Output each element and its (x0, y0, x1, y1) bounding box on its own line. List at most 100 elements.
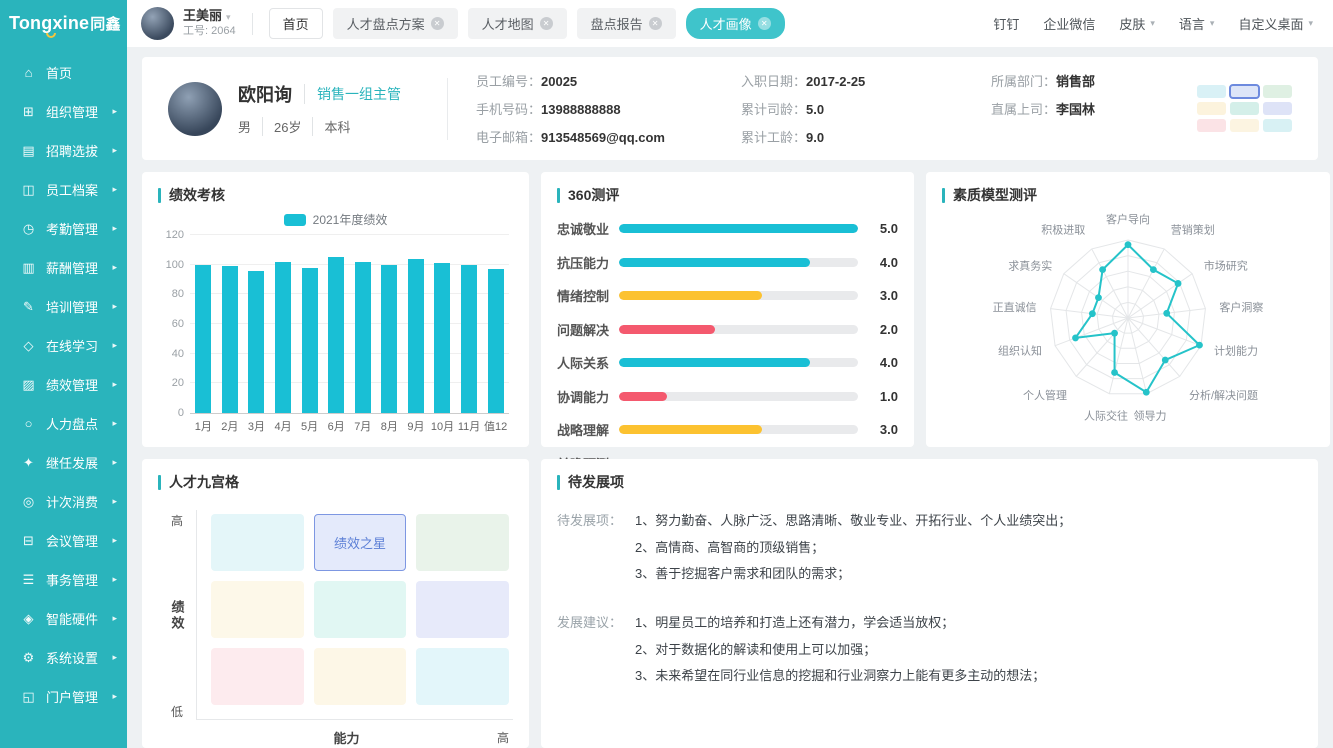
tab-talent-portrait[interactable]: 人才画像 ✕ (686, 8, 785, 39)
radar-point (1125, 241, 1132, 248)
employee-card: 欧阳询 销售一组主管 男26岁本科 员工编号：20025手机号码：1398888… (142, 57, 1318, 160)
close-icon[interactable]: ✕ (431, 17, 444, 30)
user-avatar[interactable] (141, 7, 174, 40)
sidebar-item-portal-management[interactable]: ◱门户管理▸ (0, 677, 127, 716)
metric-label: 抗压能力 (557, 253, 619, 272)
topbar-action-skin[interactable]: 皮肤▾ (1119, 14, 1155, 33)
development-groups: 待发展项：1、努力勤奋、人脉广泛、思路清晰、敬业专业、开拓行业、个人业绩突出；2… (557, 508, 1302, 690)
tab-talent-map[interactable]: 人才地图✕ (468, 8, 567, 39)
chevron-right-icon: ▸ (112, 496, 117, 507)
radar-axis-label: 计划能力 (1214, 344, 1258, 358)
chevron-right-icon: ▸ (112, 379, 117, 390)
sidebar-item-recruitment[interactable]: ▤招聘选拔▸ (0, 131, 127, 170)
metric-track (619, 392, 858, 401)
bar-chart-legend[interactable]: 2021年度绩效 (158, 211, 513, 228)
tab-bar: 首页人才盘点方案✕人才地图✕盘点报告✕人才画像✕ (269, 8, 785, 39)
gear-icon: ⚙ (20, 650, 37, 666)
topbar-actions: 钉钉 企业微信 皮肤▾ 语言▾ 自定义桌面▾ (993, 14, 1313, 33)
field-label: 累计工龄： (741, 130, 806, 145)
sidebar-item-employee-files[interactable]: ◫员工档案▸ (0, 170, 127, 209)
bar (328, 257, 344, 413)
tab-review-report[interactable]: 盘点报告✕ (577, 8, 676, 39)
sidebar-item-system-settings[interactable]: ⚙系统设置▸ (0, 638, 127, 677)
metric-fill (619, 224, 858, 233)
person-icon: ○ (20, 416, 37, 431)
employee-card-divider (447, 78, 448, 140)
yaxis-low-label: 低 (171, 703, 183, 720)
brand-logo[interactable]: Tongxine同鑫 (0, 0, 127, 47)
group-label: 发展建议： (557, 610, 635, 690)
bar-slot (296, 268, 323, 413)
mini-grid-cell (1197, 85, 1226, 98)
development-group: 发展建议：1、明星员工的培养和打造上还有潜力，学会适当放权；2、对于数据化的解读… (557, 610, 1302, 690)
field-label: 所属部门： (991, 74, 1056, 89)
mini-grid-cell (1197, 119, 1226, 132)
x-tick-label: 8月 (376, 418, 403, 434)
user-block[interactable]: 王美丽▾ 工号: 2064 (183, 8, 236, 39)
development-line: 1、努力勤奋、人脉广泛、思路清晰、敬业专业、开拓行业、个人业绩突出； (635, 508, 1071, 535)
chevron-down-icon: ▾ (1210, 18, 1215, 29)
tab-talent-review-plan[interactable]: 人才盘点方案 ✕ (333, 8, 458, 39)
topbar-action-custom-desktop[interactable]: 自定义桌面▾ (1238, 14, 1313, 33)
x-tick-label: 2月 (217, 418, 244, 434)
nine-grid-cell (416, 514, 509, 571)
y-tick-label: 120 (158, 229, 184, 241)
tab-home[interactable]: 首页 (269, 8, 323, 39)
nine-grid-cell-label: 绩效之星 (334, 533, 386, 552)
employee-field: 直属上司：李国林 (991, 99, 1196, 118)
sidebar-item-succession[interactable]: ✦继任发展▸ (0, 443, 127, 482)
development-line: 2、高情商、高智商的顶级销售； (635, 535, 1071, 562)
metric-value: 2.0 (872, 322, 898, 337)
bar-slot (376, 265, 403, 413)
xaxis-title: 能力 (196, 728, 497, 747)
metric-label: 情绪控制 (557, 286, 619, 305)
sidebar-item-performance[interactable]: ▨绩效管理▸ (0, 365, 127, 404)
sidebar-item-smart-hardware[interactable]: ◈智能硬件▸ (0, 599, 127, 638)
metric-label: 战略理解 (557, 420, 619, 439)
bar-slot (217, 266, 244, 413)
metric-value: 3.0 (872, 288, 898, 303)
close-icon[interactable]: ✕ (758, 17, 771, 30)
sidebar-item-home[interactable]: ⌂首页 (0, 53, 127, 92)
topbar-action-wecom[interactable]: 企业微信 (1043, 14, 1095, 33)
chevron-right-icon: ▸ (112, 418, 117, 429)
radar-axis-label: 求真务实 (1008, 259, 1052, 273)
sidebar-item-online-learning[interactable]: ◇在线学习▸ (0, 326, 127, 365)
sidebar-item-compensation[interactable]: ▥薪酬管理▸ (0, 248, 127, 287)
bar (275, 262, 291, 413)
mini-grid-cell (1263, 85, 1292, 98)
radar-point (1072, 335, 1079, 342)
sidebar-item-affairs-management[interactable]: ☰事务管理▸ (0, 560, 127, 599)
bar-slot (456, 265, 483, 413)
topbar: 王美丽▾ 工号: 2064 首页人才盘点方案✕人才地图✕盘点报告✕人才画像✕ 钉… (127, 0, 1333, 47)
topbar-action-dingtalk[interactable]: 钉钉 (993, 14, 1019, 33)
nine-grid-cell (211, 514, 304, 571)
close-icon[interactable]: ✕ (540, 17, 553, 30)
logo-smile-icon (46, 33, 56, 38)
sidebar-item-metered-consumption[interactable]: ◎计次消费▸ (0, 482, 127, 521)
tab-label: 人才画像 (700, 14, 752, 33)
sidebar-item-attendance[interactable]: ◷考勤管理▸ (0, 209, 127, 248)
metric-track (619, 325, 858, 334)
chevron-right-icon: ▸ (112, 145, 117, 156)
chevron-right-icon: ▸ (112, 574, 117, 585)
tab-label: 人才盘点方案 (347, 14, 425, 33)
topbar-action-language[interactable]: 语言▾ (1179, 14, 1215, 33)
close-icon[interactable]: ✕ (649, 17, 662, 30)
metric-label: 问题解决 (557, 320, 619, 339)
sidebar-item-org-management[interactable]: ⊞组织管理▸ (0, 92, 127, 131)
employee-info-column: 员工编号：20025手机号码：13988888888电子邮箱：913548569… (476, 71, 731, 146)
action-label: 企业微信 (1043, 14, 1095, 33)
sidebar-item-talent-review[interactable]: ○人力盘点▸ (0, 404, 127, 443)
development-card: 待发展项 待发展项：1、努力勤奋、人脉广泛、思路清晰、敬业专业、开拓行业、个人业… (541, 459, 1318, 748)
graduation-icon: ◇ (20, 338, 37, 354)
sidebar-item-meeting-management[interactable]: ⊟会议管理▸ (0, 521, 127, 560)
sidebar-item-training[interactable]: ✎培训管理▸ (0, 287, 127, 326)
radar-point (1150, 266, 1157, 273)
tab-label: 首页 (283, 14, 309, 33)
employee-field: 入职日期：2017-2-25 (741, 71, 981, 90)
bar-chart-xlabels: 1月2月3月4月5月6月7月8月9月10月11月值12 (190, 418, 509, 434)
section-accent-bar (158, 188, 161, 203)
review-360-row: 情绪控制 3.0 (557, 286, 898, 305)
bar-slot (349, 262, 376, 413)
